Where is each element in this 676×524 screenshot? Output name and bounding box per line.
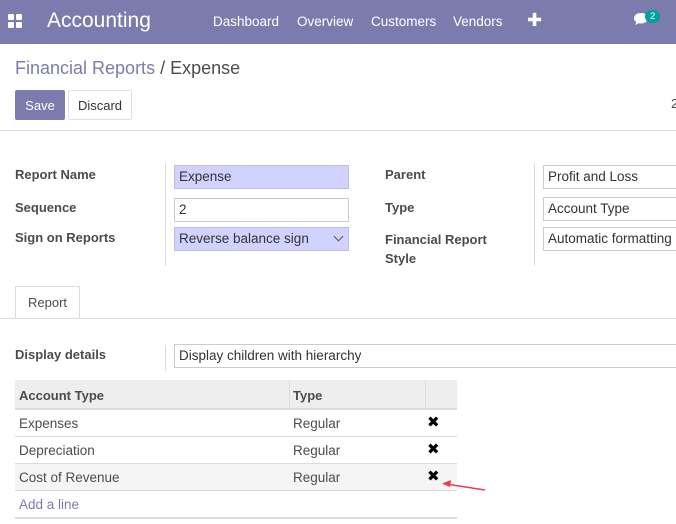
table-row[interactable]: Expenses Regular ✖ bbox=[15, 410, 457, 437]
type-cell: Regular bbox=[293, 470, 341, 485]
menu-dashboard[interactable]: Dashboard bbox=[213, 14, 279, 29]
top-navbar: Accounting Dashboard Overview Customers … bbox=[0, 0, 676, 44]
breadcrumb-parent[interactable]: Financial Reports bbox=[15, 58, 155, 78]
sign-on-reports-value: Reverse balance sign bbox=[179, 231, 309, 246]
sign-on-reports-label: Sign on Reports bbox=[15, 230, 116, 245]
chevron-down-icon bbox=[333, 231, 344, 242]
chat-badge: 2 bbox=[645, 10, 661, 23]
type-select[interactable]: Account Type bbox=[543, 197, 676, 221]
column-header-type[interactable]: Type bbox=[293, 388, 322, 403]
pager-value[interactable]: 2 bbox=[671, 96, 676, 111]
type-cell: Regular bbox=[293, 416, 341, 431]
tab-divider bbox=[0, 318, 676, 319]
financial-report-style-select[interactable]: Automatic formatting bbox=[543, 227, 676, 251]
add-line-row: Add a line bbox=[15, 491, 457, 519]
report-name-input[interactable]: Expense bbox=[174, 165, 349, 189]
display-details-separator bbox=[165, 345, 166, 371]
right-group-separator bbox=[534, 163, 535, 266]
display-details-select[interactable]: Display children with hierarchy bbox=[174, 344, 676, 368]
type-cell: Regular bbox=[293, 443, 341, 458]
save-button[interactable]: Save bbox=[15, 90, 65, 120]
delete-row-icon[interactable]: ✖ bbox=[427, 440, 440, 458]
account-type-cell: Depreciation bbox=[19, 443, 95, 458]
account-type-cell: Expenses bbox=[19, 416, 79, 431]
column-separator bbox=[425, 380, 426, 408]
table-row[interactable]: Cost of Revenue Regular ✖ bbox=[15, 464, 457, 491]
column-header-account-type[interactable]: Account Type bbox=[19, 388, 104, 403]
apps-menu-icon[interactable] bbox=[8, 14, 22, 28]
parent-input[interactable]: Profit and Loss bbox=[543, 165, 676, 189]
sequence-label: Sequence bbox=[15, 200, 77, 215]
column-separator bbox=[289, 380, 290, 408]
plus-icon[interactable]: ✚ bbox=[527, 10, 542, 31]
account-type-table: Account Type Type Expenses Regular ✖ Dep… bbox=[15, 380, 457, 519]
annotation-arrow-icon bbox=[442, 480, 486, 491]
control-panel-divider bbox=[0, 130, 676, 131]
account-type-cell: Cost of Revenue bbox=[19, 470, 120, 485]
discard-button[interactable]: Discard bbox=[68, 90, 132, 120]
table-row[interactable]: Depreciation Regular ✖ bbox=[15, 437, 457, 464]
report-name-label: Report Name bbox=[15, 167, 96, 182]
tab-report[interactable]: Report bbox=[15, 286, 80, 319]
parent-label: Parent bbox=[385, 167, 426, 182]
breadcrumb: Financial Reports / Expense bbox=[15, 58, 240, 79]
delete-row-icon[interactable]: ✖ bbox=[427, 467, 440, 485]
breadcrumb-current: Expense bbox=[170, 58, 241, 78]
type-label: Type bbox=[385, 200, 415, 215]
add-line-link[interactable]: Add a line bbox=[19, 497, 79, 512]
display-details-label: Display details bbox=[15, 347, 107, 362]
menu-overview[interactable]: Overview bbox=[297, 14, 353, 29]
app-brand[interactable]: Accounting bbox=[47, 9, 151, 33]
menu-customers[interactable]: Customers bbox=[371, 14, 436, 29]
sequence-input[interactable]: 2 bbox=[174, 198, 349, 222]
sign-on-reports-select[interactable]: Reverse balance sign bbox=[174, 227, 349, 251]
financial-report-style-label: Financial Report Style bbox=[385, 232, 487, 266]
breadcrumb-separator: / bbox=[160, 58, 166, 78]
left-group-separator bbox=[165, 163, 166, 266]
delete-row-icon[interactable]: ✖ bbox=[427, 413, 440, 431]
menu-vendors[interactable]: Vendors bbox=[453, 14, 503, 29]
table-header: Account Type Type bbox=[15, 380, 457, 410]
